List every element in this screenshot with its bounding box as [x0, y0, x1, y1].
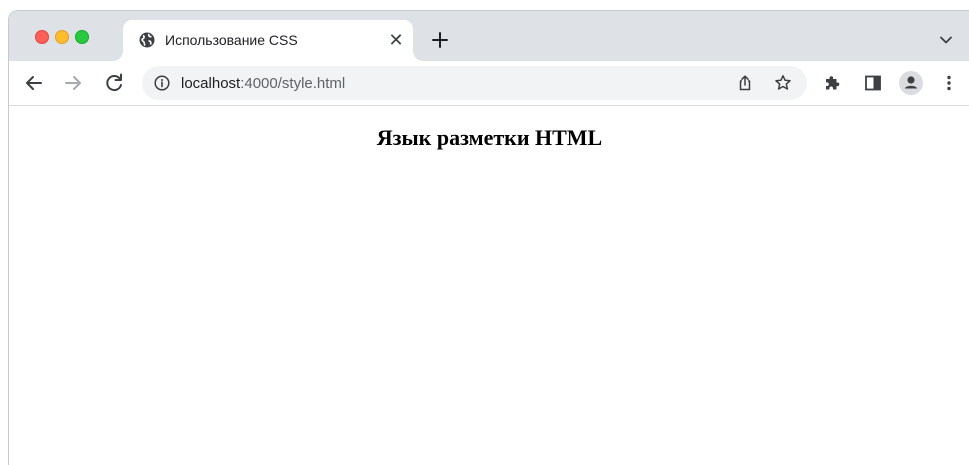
url-host: localhost	[181, 75, 241, 92]
page-content: Язык разметки HTML	[9, 106, 969, 465]
address-bar[interactable]: localhost:4000/style.html	[142, 66, 807, 100]
chevron-down-icon	[940, 36, 952, 44]
tab-close-button[interactable]: ✕	[387, 31, 405, 49]
window-minimize-button[interactable]	[55, 30, 69, 44]
side-panel-icon	[865, 75, 881, 91]
arrow-left-icon	[26, 76, 42, 90]
tab-title: Использование CSS	[165, 32, 298, 48]
menu-button[interactable]	[936, 70, 962, 96]
url-path: :4000/style.html	[240, 75, 346, 92]
reload-button[interactable]	[101, 70, 127, 96]
puzzle-icon	[826, 76, 840, 90]
arrow-right-icon	[65, 76, 81, 90]
window-maximize-button[interactable]	[75, 30, 89, 44]
toolbar: localhost:4000/style.html	[9, 61, 969, 106]
tab-search-button[interactable]	[939, 33, 953, 47]
reload-icon	[106, 73, 122, 92]
extensions-button[interactable]	[820, 70, 846, 96]
window-close-button[interactable]	[35, 30, 49, 44]
new-tab-button[interactable]	[429, 29, 451, 51]
back-button[interactable]	[21, 70, 47, 96]
globe-icon	[139, 32, 155, 48]
forward-button[interactable]	[60, 70, 86, 96]
share-icon[interactable]	[736, 74, 754, 92]
info-icon[interactable]	[154, 75, 170, 91]
kebab-menu-icon	[947, 75, 951, 91]
url-text[interactable]: localhost:4000/style.html	[181, 75, 345, 92]
tab-active[interactable]: Использование CSS ✕	[123, 20, 413, 61]
plus-icon	[432, 32, 448, 48]
close-icon: ✕	[388, 30, 404, 50]
tab-strip: Использование CSS ✕	[9, 11, 969, 61]
profile-button[interactable]	[898, 70, 924, 96]
browser-window: Использование CSS ✕ localhost:4000/style…	[8, 10, 969, 465]
star-icon[interactable]	[774, 74, 792, 92]
page-heading: Язык разметки HTML	[376, 125, 603, 150]
profile-icon	[899, 71, 923, 95]
side-panel-button[interactable]	[860, 70, 886, 96]
